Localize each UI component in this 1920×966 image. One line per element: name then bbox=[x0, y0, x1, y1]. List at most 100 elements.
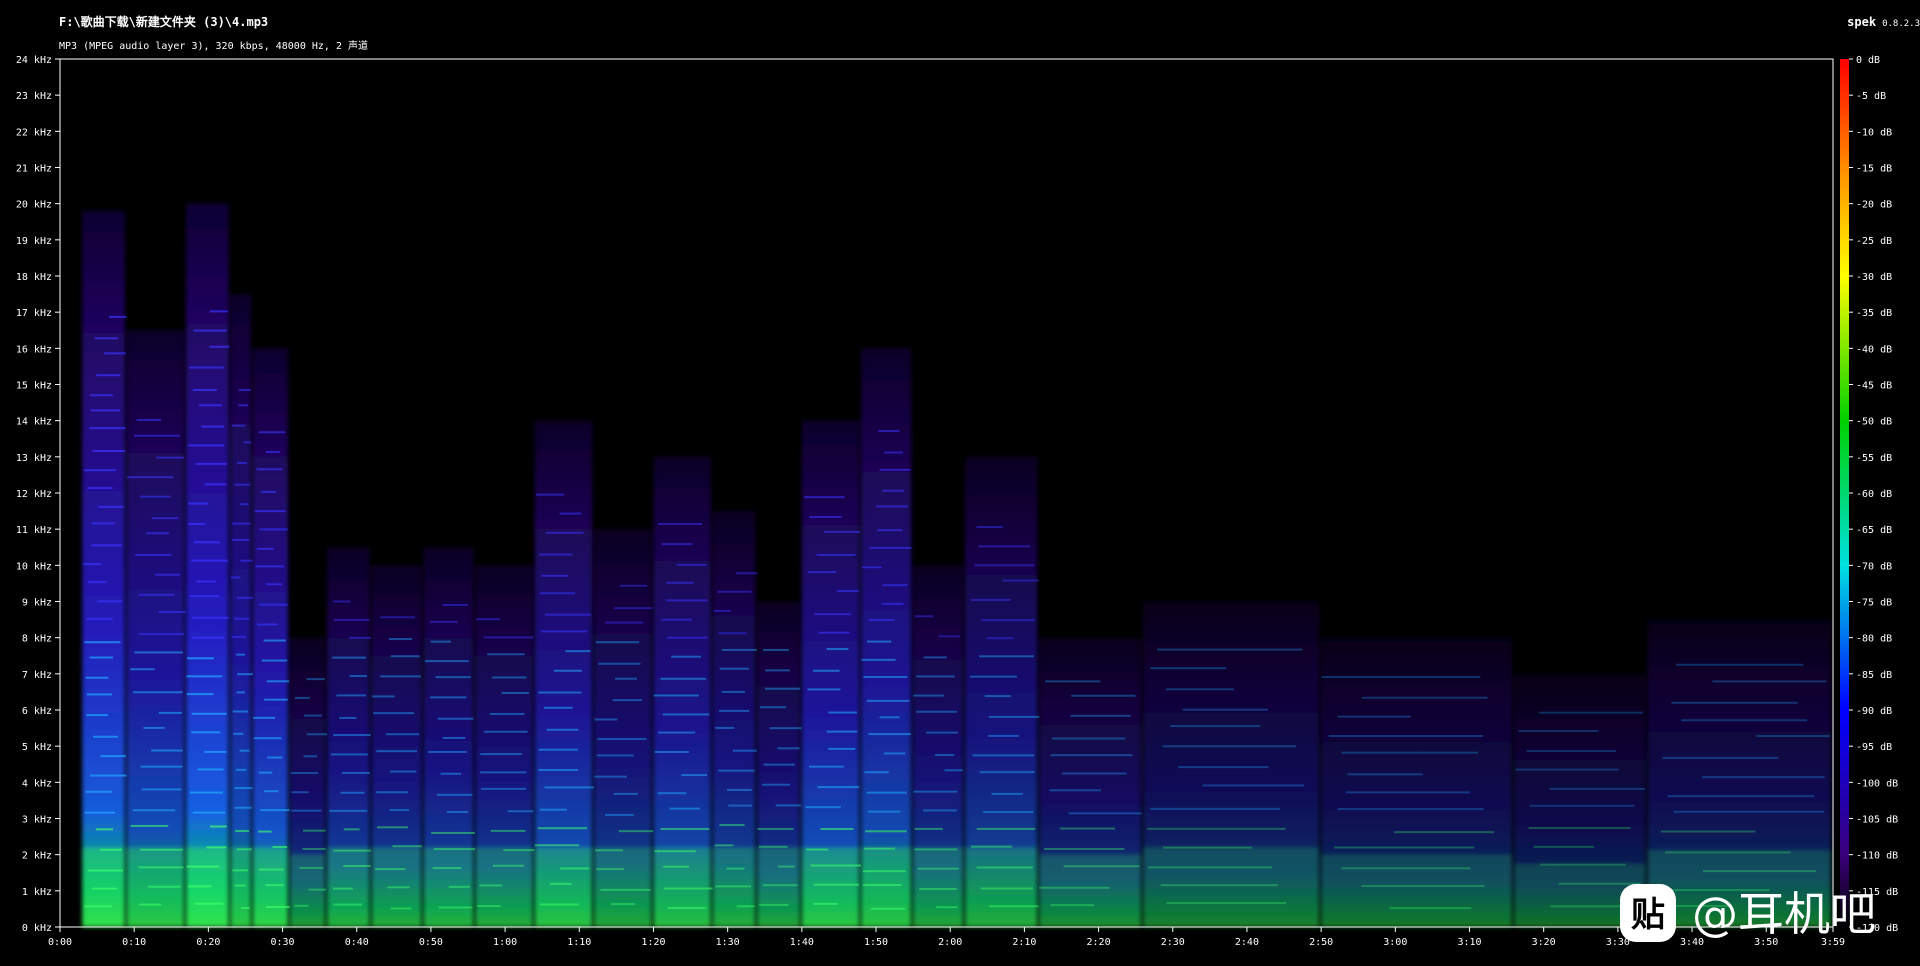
harmonic-stripe bbox=[209, 310, 228, 313]
harmonic-stripe bbox=[86, 714, 108, 717]
harmonic-stripe bbox=[1533, 845, 1595, 848]
harmonic-stripe bbox=[810, 864, 861, 867]
harmonic-stripe bbox=[84, 811, 115, 814]
harmonic-stripe bbox=[238, 388, 252, 391]
harmonic-stripe bbox=[303, 755, 318, 758]
db-tick-label: -20 dB bbox=[1856, 200, 1892, 211]
harmonic-stripe bbox=[970, 598, 1011, 601]
harmonic-stripe bbox=[721, 690, 745, 693]
harmonic-stripe bbox=[836, 590, 859, 593]
harmonic-stripe bbox=[764, 687, 801, 690]
harmonic-stripe bbox=[869, 546, 912, 549]
harmonic-stripe bbox=[231, 424, 246, 427]
y-tick-label: 7 kHz bbox=[22, 670, 52, 681]
harmonic-stripe bbox=[237, 462, 248, 465]
harmonic-stripe bbox=[83, 469, 117, 472]
harmonic-stripe bbox=[424, 660, 469, 663]
harmonic-stripe bbox=[1667, 795, 1815, 798]
harmonic-stripe bbox=[879, 716, 900, 719]
harmonic-stripe bbox=[1389, 907, 1472, 910]
harmonic-stripe bbox=[1337, 715, 1411, 718]
harmonic-stripe bbox=[553, 669, 582, 672]
harmonic-stripe bbox=[1182, 708, 1268, 711]
harmonic-stripe bbox=[976, 526, 1003, 529]
harmonic-stripe bbox=[1059, 827, 1116, 830]
harmonic-stripe bbox=[294, 696, 310, 699]
harmonic-stripe bbox=[130, 824, 169, 827]
harmonic-stripe bbox=[188, 522, 206, 525]
x-tick-label: 1:30 bbox=[716, 937, 740, 948]
harmonic-stripe bbox=[763, 763, 795, 766]
x-tick-label: 2:20 bbox=[1087, 937, 1111, 948]
harmonic-stripe bbox=[490, 829, 526, 832]
harmonic-stripe bbox=[258, 868, 284, 871]
harmonic-stripe bbox=[1063, 865, 1140, 868]
harmonic-stripe bbox=[265, 906, 290, 909]
harmonic-stripe bbox=[1150, 667, 1227, 670]
harmonic-stripe bbox=[681, 774, 708, 777]
harmonic-stripe bbox=[1539, 711, 1644, 714]
harmonic-stripe bbox=[546, 728, 579, 731]
harmonic-stripe bbox=[1712, 680, 1827, 683]
db-tick-label: -60 dB bbox=[1856, 489, 1892, 500]
harmonic-stripe bbox=[1163, 846, 1253, 849]
harmonic-stripe bbox=[89, 427, 126, 430]
y-tick-label: 2 kHz bbox=[22, 851, 52, 862]
harmonic-stripe bbox=[1039, 886, 1110, 889]
harmonic-stripe bbox=[878, 429, 900, 432]
harmonic-stripe bbox=[1071, 694, 1136, 697]
x-tick-label: 2:10 bbox=[1012, 937, 1036, 948]
harmonic-stripe bbox=[265, 884, 284, 887]
harmonic-stripe bbox=[605, 621, 644, 624]
watermark-text: @耳机吧 bbox=[1692, 887, 1876, 941]
harmonic-stripe bbox=[1045, 680, 1101, 683]
harmonic-stripe bbox=[99, 848, 122, 851]
harmonic-stripe bbox=[302, 847, 326, 850]
harmonic-stripe bbox=[718, 709, 750, 712]
harmonic-stripe bbox=[88, 581, 107, 584]
harmonic-stripe bbox=[503, 849, 535, 852]
harmonic-stripe bbox=[988, 715, 1040, 718]
harmonic-stripe bbox=[483, 730, 528, 733]
x-tick-label: 0:50 bbox=[419, 937, 443, 948]
harmonic-stripe bbox=[879, 468, 911, 471]
harmonic-stripe bbox=[717, 590, 752, 593]
harmonic-stripe bbox=[813, 902, 838, 905]
harmonic-stripe bbox=[545, 531, 584, 534]
harmonic-stripe bbox=[86, 693, 113, 696]
harmonic-stripe bbox=[1347, 773, 1423, 776]
harmonic-stripe bbox=[805, 806, 841, 809]
harmonic-stripe bbox=[807, 571, 837, 574]
harmonic-stripe bbox=[757, 827, 794, 830]
harmonic-stripe bbox=[1157, 648, 1303, 651]
y-tick-label: 17 kHz bbox=[16, 308, 52, 319]
harmonic-stripe bbox=[1558, 882, 1641, 885]
harmonic-stripe bbox=[240, 906, 250, 909]
harmonic-stripe bbox=[881, 602, 904, 605]
harmonic-stripe bbox=[265, 583, 282, 586]
harmonic-stripe bbox=[233, 732, 244, 735]
harmonic-stripe bbox=[232, 710, 249, 713]
harmonic-stripe bbox=[195, 462, 228, 465]
harmonic-stripe bbox=[87, 869, 123, 872]
y-tick-label: 3 kHz bbox=[22, 815, 52, 826]
harmonic-stripe bbox=[916, 675, 955, 678]
harmonic-stripe bbox=[736, 905, 755, 908]
spectrum-low-band bbox=[475, 847, 533, 927]
harmonic-stripe bbox=[97, 600, 122, 603]
x-tick-label: 2:00 bbox=[938, 937, 962, 948]
harmonic-stripe bbox=[1515, 768, 1620, 771]
harmonic-stripe bbox=[777, 865, 795, 868]
harmonic-stripe bbox=[255, 565, 284, 568]
harmonic-stripe bbox=[619, 584, 648, 587]
harmonic-stripe bbox=[236, 691, 245, 694]
spectrum-low-band bbox=[913, 847, 964, 927]
harmonic-stripe bbox=[191, 559, 229, 562]
harmonic-stripe bbox=[492, 676, 527, 679]
harmonic-stripe bbox=[596, 868, 624, 871]
harmonic-stripe bbox=[143, 726, 165, 729]
harmonic-stripe bbox=[979, 655, 1034, 658]
harmonic-stripe bbox=[1328, 735, 1484, 738]
x-tick-label: 0:00 bbox=[48, 937, 72, 948]
harmonic-stripe bbox=[256, 623, 278, 626]
